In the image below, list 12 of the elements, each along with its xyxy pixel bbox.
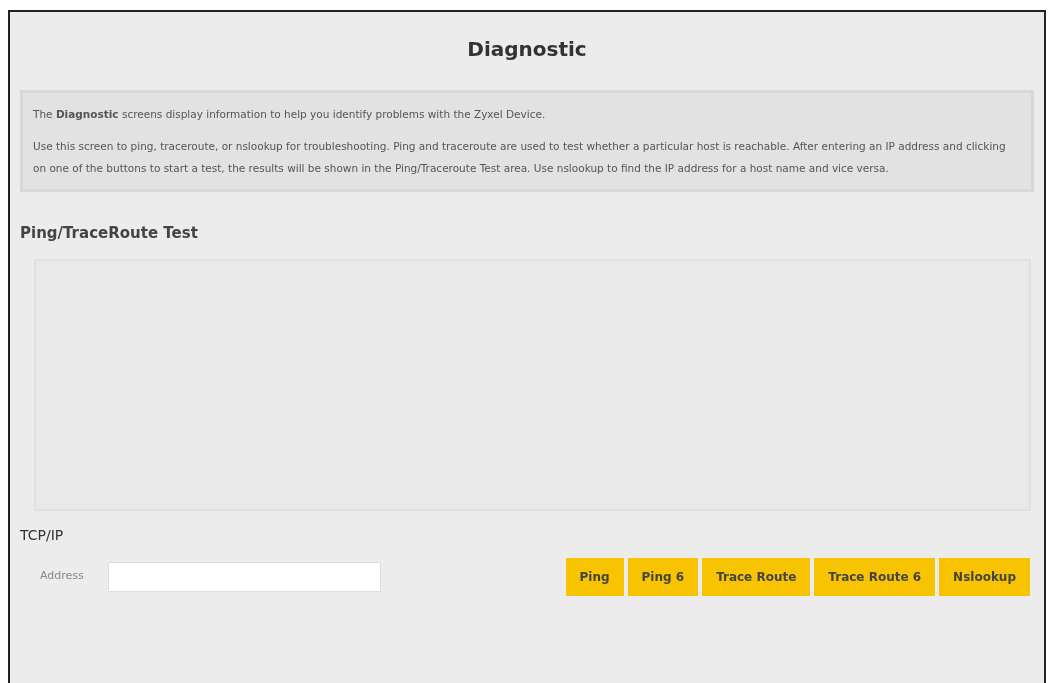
description-text: The Diagnostic screens display information to help you identify problems with the Zyxel Device. [33, 107, 547, 122]
section-heading: Ping/TraceRoute Test [20, 223, 199, 244]
test-button[interactable]: Ping [565, 557, 624, 596]
page-title: Diagnostic [466, 36, 588, 63]
address-field[interactable] [108, 561, 381, 592]
test-button[interactable]: Trace Route 6 [814, 557, 936, 596]
section-heading: TCP/IP [20, 525, 65, 545]
description-text: Use this screen to ping, traceroute, or nslookup for troubleshooting. Ping and traceroute are used to test whether a particular host is reachable. After entering an IP address and clicking on one of the buttons to start a test, the results will be shown in the Ping/Traceroute Test area. Use nslookup to find the IP address for a host name and vice versa. [33, 139, 1007, 176]
test-button[interactable]: Nslookup [939, 557, 1030, 596]
address-label: Address [39, 568, 85, 585]
test-button[interactable]: Trace Route [702, 557, 811, 596]
test-button[interactable]: Ping 6 [627, 557, 699, 596]
